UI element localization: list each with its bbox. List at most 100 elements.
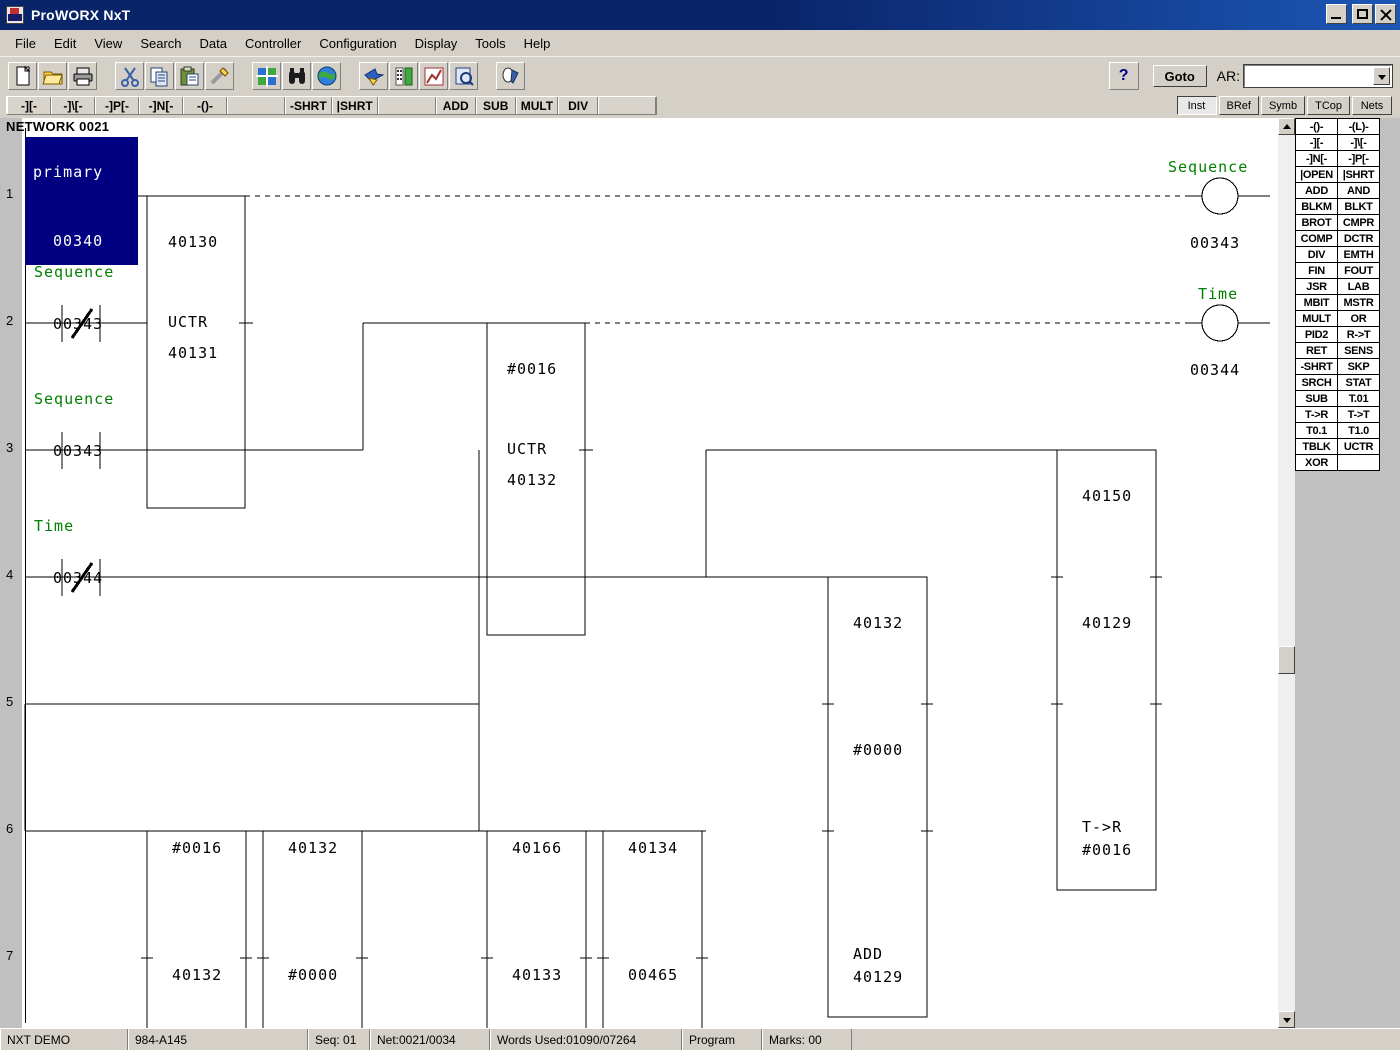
scroll-track[interactable] xyxy=(1278,135,1295,1011)
menu-search[interactable]: Search xyxy=(131,33,190,54)
ar-combobox[interactable] xyxy=(1244,65,1392,87)
tab-nets[interactable]: Nets xyxy=(1352,96,1392,115)
menu-tools[interactable]: Tools xyxy=(466,33,514,54)
open-folder-icon[interactable] xyxy=(38,62,67,90)
palette-stat[interactable]: STAT xyxy=(1338,375,1380,391)
palette-or[interactable]: OR xyxy=(1338,311,1380,327)
instr-sub[interactable]: SUB xyxy=(476,97,516,114)
instr-mult[interactable]: MULT xyxy=(516,97,558,114)
goto-button[interactable]: Goto xyxy=(1153,65,1207,87)
palette-coil[interactable]: -()- xyxy=(1296,119,1338,135)
palette-srch[interactable]: SRCH xyxy=(1296,375,1338,391)
coil-sequence-00343[interactable]: Sequence 00343 xyxy=(1160,158,1278,268)
palette-skp[interactable]: SKP xyxy=(1338,359,1380,375)
maximize-button[interactable] xyxy=(1352,4,1373,24)
download-bird-icon[interactable] xyxy=(359,62,388,90)
menu-edit[interactable]: Edit xyxy=(45,33,85,54)
scroll-down-icon[interactable] xyxy=(1278,1011,1295,1028)
palette-fout[interactable]: FOUT xyxy=(1338,263,1380,279)
block-blkm-40134[interactable]: 40134 00465 BLKM #0001 xyxy=(603,831,703,1028)
ladder-diagram[interactable]: NETWORK 0021 1 2 3 4 5 6 7 primary 00340… xyxy=(0,118,1278,1028)
instr-add[interactable]: ADD xyxy=(436,97,476,114)
palette-pos-trans[interactable]: -]P[- xyxy=(1338,151,1380,167)
palette-latch-coil[interactable]: -(L)- xyxy=(1338,119,1380,135)
palette-mult[interactable]: MULT xyxy=(1296,311,1338,327)
palette-hshrt[interactable]: -SHRT xyxy=(1296,359,1338,375)
palette-mbit[interactable]: MBIT xyxy=(1296,295,1338,311)
palette-t01[interactable]: T.01 xyxy=(1338,391,1380,407)
clear-brush-icon[interactable] xyxy=(205,62,234,90)
menu-data[interactable]: Data xyxy=(191,33,236,54)
chart-icon[interactable] xyxy=(419,62,448,90)
chevron-down-icon[interactable] xyxy=(1373,67,1390,85)
copy-icon[interactable] xyxy=(145,62,174,90)
palette-div[interactable]: DIV xyxy=(1296,247,1338,263)
binoculars-find-icon[interactable] xyxy=(282,62,311,90)
new-icon[interactable] xyxy=(8,62,37,90)
palette-and[interactable]: AND xyxy=(1338,183,1380,199)
instr-coil[interactable]: -()- xyxy=(183,97,227,114)
paste-clipboard-icon[interactable] xyxy=(175,62,204,90)
menu-help[interactable]: Help xyxy=(515,33,560,54)
instr-div[interactable]: DIV xyxy=(558,97,598,114)
menu-configuration[interactable]: Configuration xyxy=(310,33,405,54)
palette-t-to-t[interactable]: T->T xyxy=(1338,407,1380,423)
block-tr-40150[interactable]: 40150 40129 T->R #0016 xyxy=(1057,450,1157,891)
menu-controller[interactable]: Controller xyxy=(236,33,310,54)
palette-no-contact[interactable]: -][- xyxy=(1296,135,1338,151)
coil-time-00344[interactable]: Time 00344 xyxy=(1160,285,1278,395)
contact-primary-00340[interactable]: primary 00340 xyxy=(25,137,138,265)
palette-add[interactable]: ADD xyxy=(1296,183,1338,199)
menu-file[interactable]: File xyxy=(6,33,45,54)
palette-sens[interactable]: SENS xyxy=(1338,343,1380,359)
palette-brot[interactable]: BROT xyxy=(1296,215,1338,231)
palette-t1-0[interactable]: T1.0 xyxy=(1338,423,1380,439)
block-add-40129[interactable]: 40132 #0000 ADD 40129 xyxy=(828,577,928,1018)
block-uctr-40132[interactable]: #0016 UCTR 40132 xyxy=(487,323,586,636)
palette-r-to-t[interactable]: R->T xyxy=(1338,327,1380,343)
block-sub-40133[interactable]: 40132 #0000 SUB 40133 xyxy=(263,831,363,1028)
contact-time-00344-nc[interactable]: Time 00344 xyxy=(28,517,138,602)
network-grid-icon[interactable] xyxy=(252,62,281,90)
palette-neg-trans[interactable]: -]N[- xyxy=(1296,151,1338,167)
block-sub-40135[interactable]: #0016 40132 SUB 40135 xyxy=(147,831,247,1028)
palette-mstr[interactable]: MSTR xyxy=(1338,295,1380,311)
contact-sequence-00343-nc[interactable]: Sequence 00343 xyxy=(28,263,138,348)
palette-emth[interactable]: EMTH xyxy=(1338,247,1380,263)
palette-lab[interactable]: LAB xyxy=(1338,279,1380,295)
palette-dctr[interactable]: DCTR xyxy=(1338,231,1380,247)
instr-negative-transition[interactable]: -]N[- xyxy=(139,97,183,114)
palette-fin[interactable]: FIN xyxy=(1296,263,1338,279)
tab-bref[interactable]: BRef xyxy=(1219,96,1259,115)
palette-t-to-r[interactable]: T->R xyxy=(1296,407,1338,423)
block-uctr-40130[interactable]: 40130 UCTR 40131 xyxy=(147,196,246,509)
palette-comp[interactable]: COMP xyxy=(1296,231,1338,247)
palette-pid2[interactable]: PID2 xyxy=(1296,327,1338,343)
close-button[interactable] xyxy=(1375,4,1396,24)
palette-blkm[interactable]: BLKM xyxy=(1296,199,1338,215)
palette-vshrt[interactable]: |SHRT xyxy=(1338,167,1380,183)
tab-tcop[interactable]: TCop xyxy=(1307,96,1350,115)
tab-inst[interactable]: Inst xyxy=(1177,96,1217,115)
scroll-up-icon[interactable] xyxy=(1278,118,1295,135)
globe-icon[interactable] xyxy=(312,62,341,90)
instr-vert-short[interactable]: |SHRT xyxy=(332,97,378,114)
trace-pen-icon[interactable] xyxy=(496,62,525,90)
palette-sub[interactable]: SUB xyxy=(1296,391,1338,407)
instr-horiz-short[interactable]: -SHRT xyxy=(285,97,332,114)
instr-no-contact[interactable]: -][- xyxy=(7,97,51,114)
instr-positive-transition[interactable]: -]P[- xyxy=(95,97,139,114)
ladder-vertical-scrollbar[interactable] xyxy=(1278,118,1295,1028)
cut-scissors-icon[interactable] xyxy=(115,62,144,90)
palette-xor[interactable]: XOR xyxy=(1296,455,1338,471)
palette-nc-contact[interactable]: -]\[- xyxy=(1338,135,1380,151)
menu-view[interactable]: View xyxy=(85,33,131,54)
palette-tblk[interactable]: TBLK xyxy=(1296,439,1338,455)
scroll-thumb[interactable] xyxy=(1278,646,1295,674)
palette-blkt[interactable]: BLKT xyxy=(1338,199,1380,215)
palette-t0-1[interactable]: T0.1 xyxy=(1296,423,1338,439)
palette-uctr[interactable]: UCTR xyxy=(1338,439,1380,455)
help-button[interactable]: ? xyxy=(1109,62,1139,90)
menu-display[interactable]: Display xyxy=(406,33,467,54)
rack-config-icon[interactable] xyxy=(389,62,418,90)
